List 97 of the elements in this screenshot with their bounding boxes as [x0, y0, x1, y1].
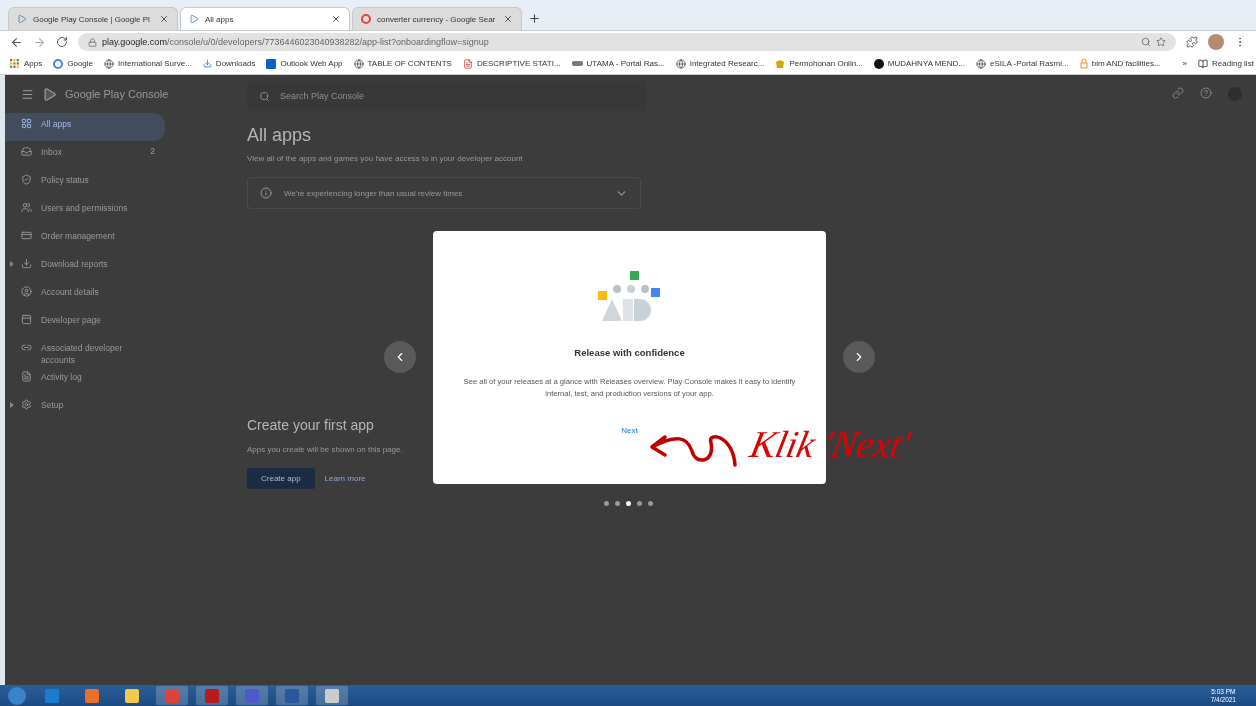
url-text: play.google.com/console/u/0/developers/7736446023040938282/app-list?onboardingflow=signup [102, 37, 489, 47]
page-dot[interactable] [604, 501, 609, 506]
star-icon[interactable] [1156, 37, 1166, 47]
link-icon [21, 342, 32, 353]
card-icon [21, 230, 32, 241]
account-icon [21, 286, 32, 297]
nav-item[interactable]: Users and permissions [5, 197, 165, 225]
bookmark-link[interactable]: Downloads [202, 59, 256, 68]
bookmark-link[interactable]: TABLE OF CONTENTS [353, 58, 452, 69]
inbox-icon [21, 146, 32, 157]
bookmark-link[interactable]: eSILA -Portal Rasmi... [976, 58, 1069, 69]
people-icon [21, 202, 32, 213]
nav-item[interactable]: Download reports [5, 253, 165, 281]
reading-list-icon [1198, 58, 1209, 69]
section-text: Apps you create will be shown on this page. [247, 445, 403, 454]
nav-item[interactable]: All apps [5, 113, 165, 141]
globe-icon [353, 58, 364, 69]
search-icon [259, 90, 270, 102]
forward-icon[interactable] [33, 35, 46, 49]
circle-icon [873, 58, 884, 69]
dialog-title: Release with confidence [574, 347, 685, 358]
link-icon[interactable] [1172, 87, 1184, 99]
notice-banner[interactable]: We're experiencing longer than usual review times [247, 177, 641, 209]
nav-item[interactable]: Inbox 2 [5, 141, 165, 169]
next-arrow-button[interactable] [843, 341, 875, 373]
shield-icon [21, 174, 32, 185]
nav-item[interactable]: Account details [5, 281, 165, 309]
create-app-button[interactable]: Create app [247, 468, 315, 489]
back-icon[interactable] [10, 35, 23, 49]
help-icon[interactable] [1200, 87, 1212, 99]
page-dot[interactable] [637, 501, 642, 506]
bookmark-link[interactable]: Apps [10, 58, 43, 69]
address-bar[interactable]: play.google.com/console/u/0/developers/7736446023040938282/app-list?onboardingflow=signup [78, 33, 1176, 51]
annotation-text: Klik 'Next' [746, 422, 915, 466]
play-icon [189, 14, 199, 24]
nav-item[interactable]: Policy status [5, 169, 165, 197]
bar-icon [571, 61, 583, 66]
nav-item[interactable]: Order management [5, 225, 165, 253]
browser-tab[interactable]: All apps [180, 7, 350, 30]
browser-tab[interactable]: Google Play Console | Google Pl [8, 7, 178, 30]
padlock-icon [1079, 58, 1088, 69]
start-button[interactable] [6, 685, 28, 706]
previous-button[interactable] [384, 341, 416, 373]
bookmark-link[interactable]: Permohonan Onlin... [775, 58, 863, 69]
bookmark-link[interactable]: Outlook Web App [266, 58, 343, 69]
document-icon [21, 371, 32, 382]
globe-icon [976, 58, 986, 69]
close-icon[interactable] [331, 14, 341, 24]
play-console-logo [42, 86, 57, 102]
lock-icon [88, 37, 97, 47]
bookmark-link[interactable]: MUDAHNYA MEND... [873, 58, 965, 69]
close-icon[interactable] [503, 14, 513, 24]
more-bookmarks-button[interactable]: » [1182, 59, 1188, 68]
info-icon [260, 187, 272, 199]
page-subtitle: View all of the apps and games you have access to in your developer account [247, 154, 523, 163]
zoom-icon[interactable] [1141, 37, 1151, 47]
settings-icon [21, 399, 32, 410]
taskbar-app[interactable] [316, 686, 348, 705]
bookmark-link[interactable]: Integrated Researc... [675, 58, 765, 69]
bookmark-link[interactable]: International Surve... [104, 58, 192, 69]
nav-item[interactable]: Associated developer accounts [5, 337, 165, 366]
download-icon [202, 59, 212, 68]
page-dot[interactable] [626, 501, 631, 506]
notice-text: We're experiencing longer than usual review times [284, 188, 464, 198]
globe-icon [675, 58, 686, 69]
page-dot[interactable] [615, 501, 620, 506]
reading-list-button[interactable]: Reading list [1198, 58, 1254, 69]
extensions-icon[interactable] [1186, 36, 1198, 48]
reload-icon[interactable] [56, 36, 68, 48]
nav-item[interactable]: Activity log [5, 366, 165, 394]
download-icon [21, 258, 32, 269]
bookmark-link[interactable]: DESCRIPTIVE STATI... [462, 58, 561, 69]
new-tab-button[interactable] [528, 12, 541, 25]
globe-icon [104, 58, 115, 69]
nav-item[interactable]: Setup [5, 394, 165, 422]
bookmark-link[interactable]: UTAMA - Portal Ras... [571, 59, 665, 68]
close-icon[interactable] [159, 14, 169, 24]
nav-item[interactable]: Developer page [5, 309, 165, 337]
page-dot[interactable] [648, 501, 653, 506]
browser-tab[interactable]: converter currency - Google Sear [352, 7, 522, 30]
learn-more-link[interactable]: Learn more [324, 474, 366, 483]
section-title: Create your first app [247, 417, 374, 433]
search-field[interactable]: Search Play Console [247, 81, 646, 111]
menu-icon[interactable] [21, 87, 34, 101]
bookmark-link[interactable]: Google [53, 58, 94, 69]
page-title: All apps [247, 125, 312, 146]
apps-grid-icon [10, 58, 20, 69]
bookmark-link[interactable]: bim AND facilities... [1079, 58, 1161, 69]
inbox-count: 2 [150, 146, 155, 156]
brand-name: Google Play Console [65, 88, 169, 100]
next-button[interactable]: Next [615, 422, 644, 439]
play-icon [17, 14, 27, 24]
page-icon [21, 314, 32, 325]
grid-icon [21, 118, 32, 129]
document-icon [462, 58, 473, 69]
outlook-icon [266, 58, 277, 69]
profile-avatar[interactable] [1208, 34, 1224, 50]
